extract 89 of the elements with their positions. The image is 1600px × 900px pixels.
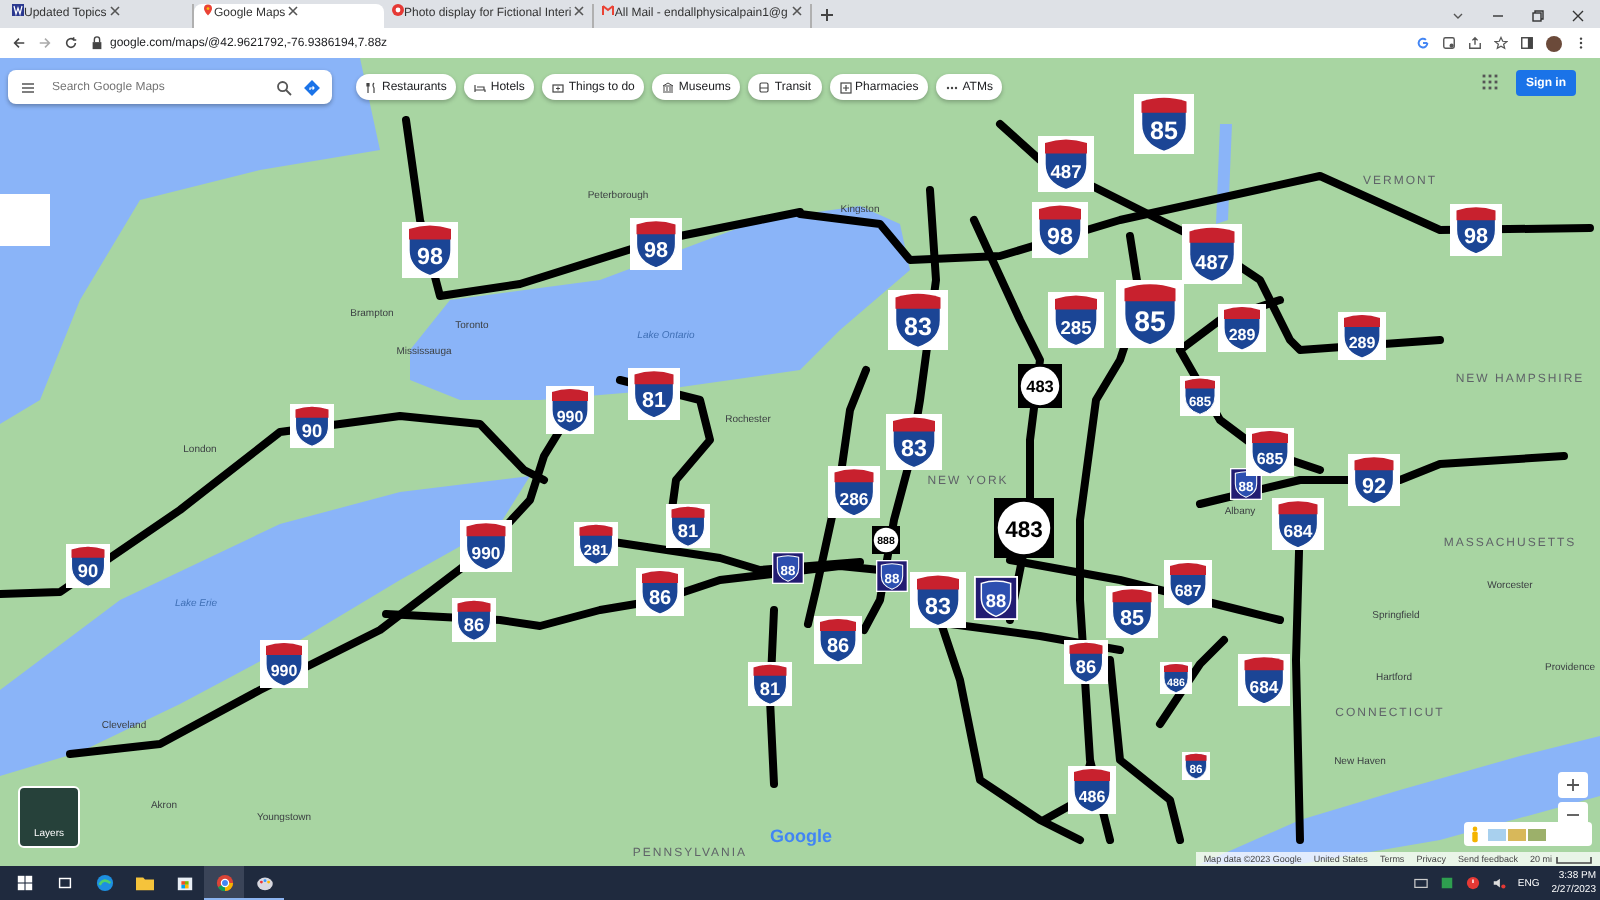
map-type-thumbnails-icon[interactable] [1488,825,1548,843]
interstate-shield: 286 [828,466,880,518]
minimize-icon[interactable] [1492,10,1504,22]
interstate-shield: 90 [66,544,110,588]
edge-icon [95,874,113,892]
interstate-shield: 486 [1068,766,1116,814]
interstate-shield: 85 [1116,280,1184,348]
pharmacy-icon [839,81,852,93]
museum-icon [662,81,675,93]
close-icon[interactable] [574,6,585,16]
google-icon[interactable] [1416,36,1430,50]
avatar[interactable] [1546,35,1562,51]
windows-icon [15,874,33,892]
reload-icon[interactable] [64,36,78,50]
palette-icon [255,873,273,891]
map-pin-icon [202,4,214,16]
interstate-shield: 685 [1246,428,1294,476]
minus-icon [1566,808,1580,822]
power-icon[interactable] [1465,876,1480,890]
keyboard-icon[interactable] [1413,876,1428,890]
close-icon[interactable] [288,6,299,16]
restore-icon[interactable] [1532,10,1544,22]
record-icon [392,4,404,16]
interstate-shield: 289 [1338,312,1386,360]
interstate-shield: 990 [460,520,512,572]
zoom-in-button[interactable] [1558,772,1588,798]
close-icon[interactable] [1572,10,1584,22]
menu-icon[interactable] [1574,36,1588,50]
state-route-shield: 483 [1018,364,1062,408]
lock-icon [90,36,104,50]
directions-icon[interactable] [304,79,320,95]
speaker-icon[interactable] [1491,876,1506,890]
mail-icon [602,4,615,16]
chrome-icon [215,873,233,891]
interstate-shield: 990 [260,640,308,688]
screenshot-icon[interactable] [1442,36,1456,50]
interstate-shield: 86 [814,616,862,664]
map-logo: Google [770,826,832,846]
interstate-shield: 86 [1064,640,1108,684]
share-icon[interactable] [1468,36,1482,50]
interstate-shield: 98 [1450,204,1502,256]
interstate-shield: 285 [1048,292,1104,348]
interstate-shield: 86 [636,568,684,616]
dots-icon [946,81,959,93]
task-view-icon [55,874,73,892]
interstate-shield: 684 [1272,498,1324,550]
ticket-icon [552,81,565,93]
interstate-shield: 85 [1134,94,1194,154]
interstate-shield: 85 [1106,586,1158,638]
document-icon [12,4,24,16]
interstate-shield: 83 [910,572,966,628]
bus-icon [758,81,771,93]
chevron-down-icon[interactable] [1452,10,1464,22]
interstate-shield: 281 [574,522,618,566]
interstate-shield: 83 [888,290,948,350]
interstate-shield: 684 [1238,654,1290,706]
folder-icon [135,874,153,892]
fork-knife-icon [366,81,378,93]
interstate-shield: 83 [886,414,942,470]
interstate-shield: 88 [974,576,1018,620]
interstate-shield: 98 [630,218,682,270]
interstate-shield: 81 [666,504,710,548]
interstate-shield: 90 [290,404,334,448]
interstate-shield: 81 [748,662,792,706]
interstate-shield: 687 [1164,560,1212,608]
app-tray-icon[interactable] [1439,876,1454,890]
bed-icon [474,81,487,93]
interstate-shield: 92 [1348,454,1400,506]
state-route-shield: 483 [994,498,1054,558]
scale-bar-icon [1556,855,1592,863]
interstate-shield: 86 [452,598,496,642]
apps-grid-icon[interactable] [1482,74,1498,90]
taskbar-app[interactable] [204,866,244,900]
interstate-shield: 487 [1038,136,1094,192]
interstate-shield: 98 [402,222,458,278]
plus-icon [1566,778,1580,792]
new-tab-icon[interactable] [819,8,834,22]
store-icon [175,874,193,892]
back-icon[interactable] [12,36,26,50]
interstate-shield: 81 [628,368,680,420]
search-icon[interactable] [276,79,292,95]
close-icon[interactable] [791,6,802,16]
interstate-shield: 487 [1182,224,1242,284]
close-icon[interactable] [109,6,120,16]
interstate-shield: 990 [546,386,594,434]
side-panel-icon[interactable] [1520,36,1534,50]
star-icon[interactable] [1494,36,1508,50]
interstate-shield: 289 [1218,304,1266,352]
interstate-shield: 98 [1032,202,1088,258]
